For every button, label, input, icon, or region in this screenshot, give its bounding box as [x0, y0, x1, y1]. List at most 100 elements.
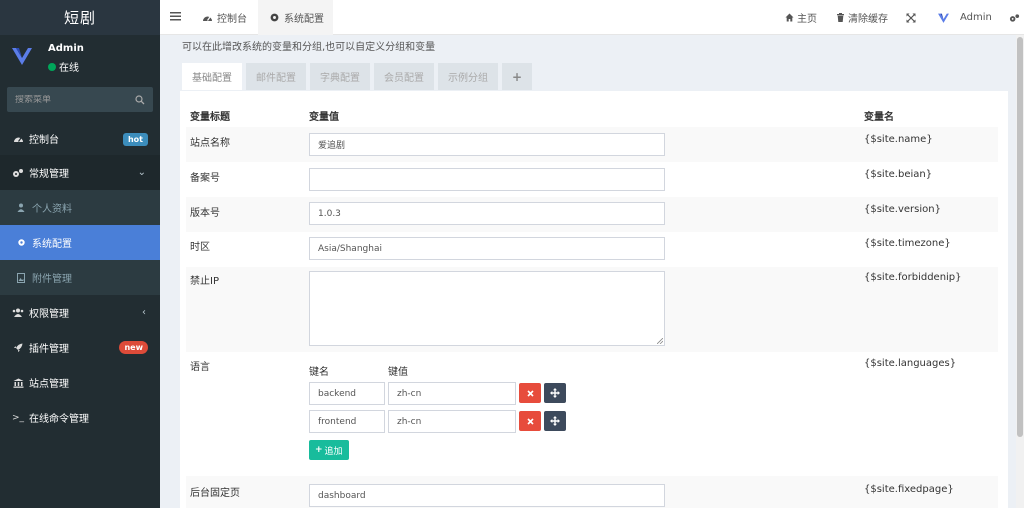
general-submenu: 个人资料 系统配置 附件管理 [0, 190, 160, 295]
user-menu-label: Admin [960, 12, 992, 23]
sidebar-item-label: 站点管理 [29, 379, 69, 390]
fullscreen-button[interactable] [906, 0, 916, 35]
row-title: 后台固定页 [190, 488, 240, 499]
tab-email-config[interactable]: 邮件配置 [246, 63, 306, 90]
site-name-input[interactable]: 爱追剧 [309, 133, 665, 156]
user-avatar-icon [12, 48, 32, 65]
plus-icon: + [315, 445, 323, 455]
tab-label: 控制台 [217, 14, 247, 25]
row-title: 版本号 [190, 208, 220, 219]
home-icon [785, 13, 794, 22]
sidebar-item-command[interactable]: >_ 在线命令管理 [0, 400, 160, 435]
sidebar-item-label: 系统配置 [32, 239, 72, 250]
sidebar-menu: 控制台 hot 常规管理 ⌄ 个人资料 系统配置 附件管理 权限管理 ‹ 插件管… [0, 122, 160, 435]
sidebar-item-sites[interactable]: 站点管理 [0, 365, 160, 400]
file-image-icon [16, 272, 26, 283]
sidebar-item-label: 控制台 [29, 135, 59, 146]
gear-icon [270, 13, 279, 22]
users-icon [12, 307, 24, 319]
chevron-down-icon: ⌄ [137, 167, 146, 178]
append-label: 追加 [324, 446, 343, 457]
tab-basic-config[interactable]: 基础配置 [182, 63, 242, 90]
language-value-input[interactable]: zh-cn [388, 382, 516, 405]
sidebar-item-label: 在线命令管理 [29, 414, 89, 425]
cogs-icon [1009, 13, 1020, 22]
config-panel: 变量标题 变量值 变量名 站点名称 爱追剧 {$site.name} 备案号 {… [180, 91, 1008, 508]
home-link[interactable]: 主页 [785, 0, 817, 35]
row-variable-name: {$site.name} [864, 134, 933, 145]
sidebar-item-label: 个人资料 [32, 204, 72, 215]
sidebar-item-label: 附件管理 [32, 274, 72, 285]
sidebar-item-general[interactable]: 常规管理 ⌄ [0, 155, 160, 190]
row-title: 备案号 [190, 173, 220, 184]
search-icon[interactable] [135, 94, 145, 105]
remove-row-button[interactable] [519, 411, 541, 431]
row-variable-name: {$site.version} [864, 204, 941, 215]
row-title: 语言 [190, 362, 210, 373]
language-value-input[interactable]: zh-cn [388, 410, 516, 433]
clear-cache-button[interactable]: 清除缓存 [836, 0, 888, 35]
append-button[interactable]: + 追加 [309, 440, 349, 460]
table-row: 版本号 1.0.3 {$site.version} [186, 197, 998, 232]
sidebar-item-label: 常规管理 [29, 169, 69, 180]
tab-system-config[interactable]: 系统配置 [258, 0, 333, 35]
dashboard-icon [203, 16, 212, 21]
menu-search [7, 87, 153, 112]
fullscreen-icon [906, 13, 916, 22]
tab-dashboard[interactable]: 控制台 [202, 0, 262, 35]
sidebar-item-dashboard[interactable]: 控制台 hot [0, 122, 160, 155]
key-column-label: 键名 [309, 367, 329, 378]
close-icon [526, 417, 534, 425]
sidebar-item-label: 插件管理 [29, 344, 69, 355]
gear-icon [16, 238, 26, 248]
close-icon [526, 389, 534, 397]
resize-handle-icon[interactable] [657, 338, 663, 344]
sidebar-item-attachments[interactable]: 附件管理 [0, 260, 160, 295]
scrollbar[interactable] [1016, 35, 1024, 508]
tab-example-group[interactable]: 示例分组 [438, 63, 498, 90]
user-status: 在线 [48, 59, 79, 74]
hamburger-menu-icon[interactable] [170, 11, 181, 21]
fixed-page-input[interactable]: dashboard [309, 484, 665, 507]
table-row: 后台固定页 dashboard {$site.fixedpage} [186, 476, 998, 508]
user-menu[interactable]: Admin [937, 0, 992, 35]
header-title: 变量标题 [190, 112, 230, 123]
clear-cache-label: 清除缓存 [848, 14, 888, 25]
sidebar-item-label: 权限管理 [29, 309, 69, 320]
row-variable-name: {$site.forbiddenip} [864, 272, 962, 283]
row-variable-name: {$site.beian} [864, 169, 933, 180]
tab-dictionary-config[interactable]: 字典配置 [310, 63, 370, 90]
sidebar-item-plugins[interactable]: 插件管理 new [0, 330, 160, 365]
drag-row-button[interactable] [544, 411, 566, 431]
scrollbar-thumb[interactable] [1017, 37, 1023, 437]
timezone-input[interactable]: Asia/Shanghai [309, 237, 665, 260]
new-badge: new [119, 341, 148, 354]
header-name: 变量名 [864, 112, 894, 123]
drag-row-button[interactable] [544, 383, 566, 403]
sidebar-item-permissions[interactable]: 权限管理 ‹ [0, 295, 160, 330]
sidebar-item-system-config[interactable]: 系统配置 [0, 225, 160, 260]
move-icon [550, 416, 560, 426]
table-row: 禁止IP {$site.forbiddenip} [186, 267, 998, 352]
row-title: 时区 [190, 242, 210, 253]
tab-member-config[interactable]: 会员配置 [374, 63, 434, 90]
user-panel: Admin 在线 [0, 35, 160, 80]
add-group-button[interactable]: + [502, 63, 533, 90]
language-key-input[interactable]: frontend [309, 410, 385, 433]
remove-row-button[interactable] [519, 383, 541, 403]
move-icon [550, 388, 560, 398]
table-row: 语言 键名 键值 backend zh-cn frontend zh-cn + … [186, 352, 998, 476]
tab-label: 系统配置 [284, 14, 324, 25]
chevron-left-icon: ‹ [142, 307, 146, 318]
beian-input[interactable] [309, 168, 665, 191]
dashboard-icon [12, 133, 24, 145]
forbidden-ip-textarea[interactable] [309, 271, 665, 346]
brand-logo[interactable]: 短剧 [0, 0, 160, 35]
row-title: 禁止IP [190, 276, 219, 287]
sidebar-item-profile[interactable]: 个人资料 [0, 190, 160, 225]
search-input[interactable] [15, 94, 125, 105]
cogs-icon [12, 167, 24, 179]
language-key-input[interactable]: backend [309, 382, 385, 405]
version-input[interactable]: 1.0.3 [309, 202, 665, 225]
settings-button[interactable] [1009, 0, 1020, 35]
